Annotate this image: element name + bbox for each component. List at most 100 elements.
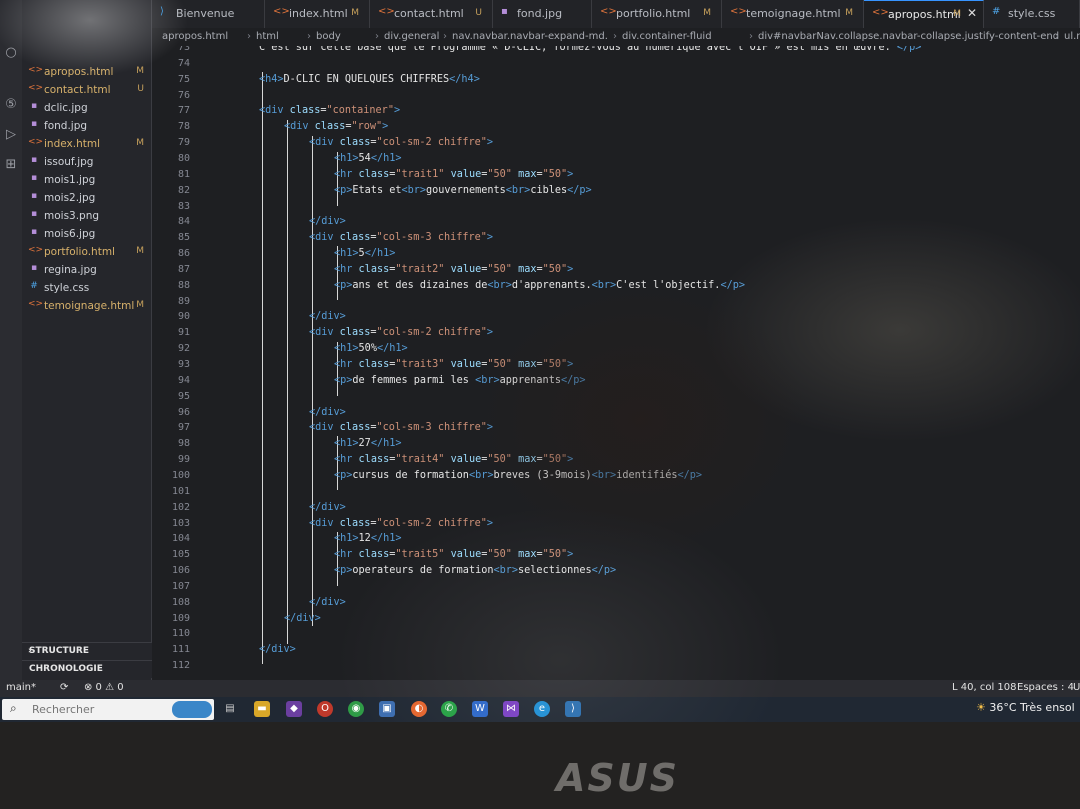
code-token: d'apprenants. — [511, 279, 592, 291]
code-line[interactable]: <div class="col-sm-2 chiffre"> — [309, 518, 493, 529]
code-line[interactable]: <hr class="trait5" value="50" max="50"> — [334, 549, 573, 560]
sync-icon[interactable]: ⟳ — [60, 682, 68, 693]
breadcrumb-item[interactable]: nav.navbar.navbar-expand-md. — [452, 31, 608, 42]
code-line[interactable]: <div class="container"> — [259, 105, 400, 116]
file-item[interactable]: ▪ mois2.jpg — [22, 190, 152, 208]
tab-bienvenue[interactable]: ⟩ Bienvenue — [152, 0, 265, 28]
visual-studio-icon[interactable]: ⋈ — [503, 701, 519, 717]
source-control-icon[interactable]: ⑤ — [2, 96, 20, 114]
code-line[interactable]: <p>ans et des dizaines de<br>d'apprenant… — [334, 280, 745, 291]
code-line[interactable]: <hr class="trait2" value="50" max="50"> — [334, 264, 573, 275]
file-item[interactable]: ▪ fond.jpg — [22, 118, 152, 136]
code-line[interactable]: </div> — [309, 216, 346, 227]
search-icon[interactable]: ○ — [2, 44, 20, 62]
code-line[interactable]: <h1>50%</h1> — [334, 343, 408, 354]
file-item[interactable]: ▪ dclic.jpg — [22, 100, 152, 118]
structure-section[interactable]: › STRUCTURE — [22, 642, 152, 660]
encoding-status[interactable]: U — [1073, 682, 1080, 693]
code-line[interactable]: <hr class="trait4" value="50" max="50"> — [334, 454, 573, 465]
css-file-icon: # — [30, 281, 38, 291]
chrome-icon[interactable]: ◉ — [348, 701, 364, 717]
code-line[interactable]: <div class="col-sm-2 chiffre"> — [309, 327, 493, 338]
code-token: </div> — [309, 406, 346, 418]
code-line[interactable]: <div class="col-sm-3 chiffre"> — [309, 232, 493, 243]
code-line[interactable]: <hr class="trait3" value="50" max="50"> — [334, 359, 573, 370]
code-line[interactable]: <p>cursus de formation<br>breves (3-9moi… — [334, 470, 702, 481]
breadcrumb-item[interactable]: apropos.html — [162, 31, 228, 42]
code-line[interactable]: <p>operateurs de formation<br>selectionn… — [334, 565, 616, 576]
opera-icon[interactable]: O — [317, 701, 333, 717]
code-line[interactable]: </div> — [309, 502, 346, 513]
file-item[interactable]: <> portfolio.html M — [22, 244, 152, 262]
breadcrumb-item[interactable]: div.general — [384, 31, 439, 42]
code-line[interactable]: <hr class="trait1" value="50" max="50"> — [334, 169, 573, 180]
branch-status[interactable]: main* — [6, 682, 36, 693]
code-line[interactable]: <p>de femmes parmi les <br>apprenants</p… — [334, 375, 586, 386]
code-editor[interactable]: 73 C'est sur cette base que le Programme … — [152, 46, 1080, 680]
chronologie-section[interactable]: CHRONOLOGIE — [22, 660, 152, 678]
taskbar-search[interactable]: ⌕ — [2, 699, 214, 720]
breadcrumb-item[interactable]: body — [316, 31, 341, 42]
code-token: "col-sm-2 chiffre" — [376, 517, 487, 529]
whatsapp-icon[interactable]: ✆ — [441, 701, 457, 717]
run-debug-icon[interactable]: ▷ — [2, 126, 20, 144]
file-explorer-icon[interactable]: ▬ — [254, 701, 270, 717]
css-icon: # — [992, 6, 1001, 17]
file-item[interactable]: ▪ issouf.jpg — [22, 154, 152, 172]
tab-fond-jpg[interactable]: ▪ fond.jpg — [493, 0, 592, 28]
code-line[interactable]: <h1>27</h1> — [334, 438, 402, 449]
file-item[interactable]: ▪ mois1.jpg — [22, 172, 152, 190]
app-icon[interactable]: ▣ — [379, 701, 395, 717]
tab-temoignage-html[interactable]: <> temoignage.html M — [722, 0, 864, 28]
breadcrumb-item[interactable]: div#navbarNav.collapse.navbar-collapse.j… — [758, 31, 1059, 42]
weather-widget[interactable]: ☀ 36°C Très ensol — [976, 701, 1075, 714]
code-line[interactable]: </div> — [309, 597, 346, 608]
code-line[interactable]: </div> — [309, 311, 346, 322]
file-item[interactable]: ▪ mois6.jpg — [22, 226, 152, 244]
taskbar-search-input[interactable] — [32, 702, 172, 717]
tab-portfolio-html[interactable]: <> portfolio.html M — [592, 0, 722, 28]
file-item[interactable]: ▪ regina.jpg — [22, 262, 152, 280]
vscode-icon[interactable]: ⟩ — [565, 701, 581, 717]
file-item[interactable]: <> temoignage.html M — [22, 298, 152, 316]
cursor-position[interactable]: L 40, col 108 — [952, 682, 1017, 693]
tab-contact-html[interactable]: <> contact.html U — [370, 0, 493, 28]
breadcrumb-item[interactable]: div.container-fluid — [622, 31, 712, 42]
close-icon[interactable]: ✕ — [967, 6, 977, 20]
code-line[interactable]: <p>Etats et<br>gouvernements<br>cibles</… — [334, 185, 592, 196]
code-line[interactable]: <div class="row"> — [284, 121, 388, 132]
indentation-status[interactable]: Espaces : 4 — [1017, 682, 1074, 693]
breadcrumb-item[interactable]: html — [256, 31, 279, 42]
app-icon[interactable]: ◆ — [286, 701, 302, 717]
line-number: 73 — [177, 46, 190, 53]
edge-icon[interactable]: e — [534, 701, 550, 717]
word-icon[interactable]: W — [472, 701, 488, 717]
code-line[interactable]: C'est sur cette base que le Programme « … — [259, 46, 921, 53]
line-number: 79 — [177, 137, 190, 149]
code-line[interactable]: <div class="col-sm-3 chiffre"> — [309, 422, 493, 433]
code-line[interactable]: </div> — [309, 407, 346, 418]
firefox-icon[interactable]: ◐ — [411, 701, 427, 717]
code-line[interactable]: <h4>D-CLIC EN QUELQUES CHIFFRES</h4> — [259, 74, 480, 85]
task-view-icon[interactable]: ▤ — [222, 701, 238, 717]
extensions-icon[interactable]: ⊞ — [2, 156, 20, 174]
problems-status[interactable]: ⊗ 0 ⚠ 0 — [84, 682, 124, 693]
code-line[interactable]: </div> — [284, 613, 321, 624]
tab-style-css[interactable]: # style.css — [984, 0, 1080, 28]
code-line[interactable]: <h1>5</h1> — [334, 248, 395, 259]
code-line[interactable]: </div> — [259, 644, 296, 655]
tab-apropos-html[interactable]: <> apropos.html M ✕ — [864, 0, 984, 28]
breadcrumb-item[interactable]: ul.n — [1064, 31, 1080, 42]
file-item[interactable]: ▪ mois3.png — [22, 208, 152, 226]
file-item[interactable]: <> apropos.html M — [22, 64, 152, 82]
code-token: </p> — [567, 184, 592, 196]
code-token: class — [289, 105, 321, 117]
code-line[interactable]: <div class="col-sm-2 chiffre"> — [309, 137, 493, 148]
tab-index-html[interactable]: <> index.html M — [265, 0, 370, 28]
code-line[interactable]: <h1>54</h1> — [334, 153, 402, 164]
file-item[interactable]: # style.css — [22, 280, 152, 298]
file-item[interactable]: <> contact.html U — [22, 82, 152, 100]
file-item[interactable]: <> index.html M — [22, 136, 152, 154]
code-token: max — [511, 549, 537, 561]
code-line[interactable]: <h1>12</h1> — [334, 533, 402, 544]
